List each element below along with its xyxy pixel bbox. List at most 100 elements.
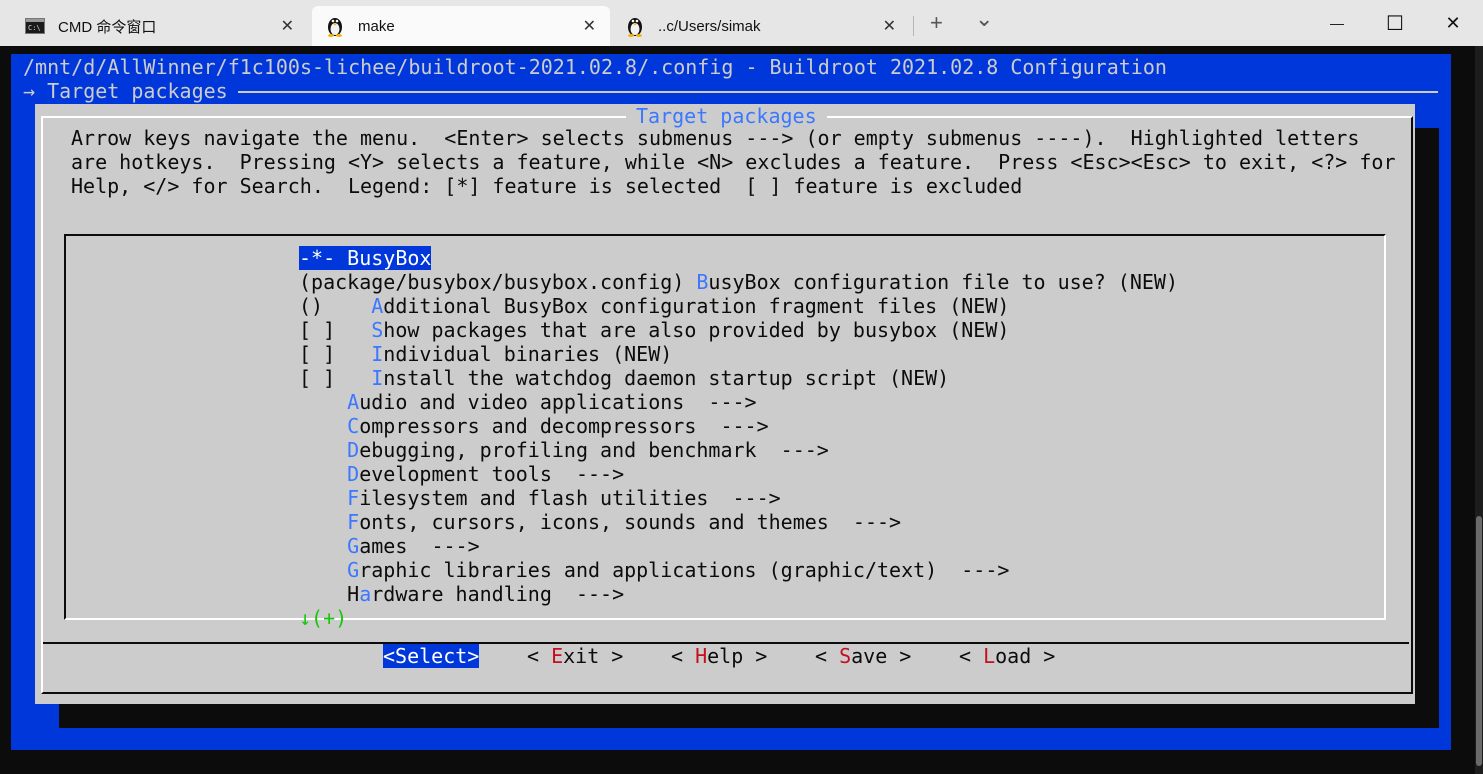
- menu-item[interactable]: Audio and video applications --->: [299, 390, 1178, 414]
- help-line: Help, </> for Search. Legend: [*] featur…: [71, 174, 1023, 198]
- menu-item-prefix: [299, 510, 347, 534]
- more-indicator: ↓(+): [299, 606, 348, 630]
- minimize-button[interactable]: —: [1314, 4, 1360, 42]
- menu-item-label: rdware handling --->: [371, 582, 625, 606]
- menu-item[interactable]: [ ] Individual binaries (NEW): [299, 342, 1178, 366]
- help-line: Arrow keys navigate the menu. <Enter> se…: [71, 126, 1360, 150]
- tab-make[interactable]: make ✕: [312, 6, 610, 46]
- close-window-button[interactable]: ✕: [1430, 4, 1476, 42]
- terminal-area[interactable]: /mnt/d/AllWinner/f1c100s-lichee/buildroo…: [0, 46, 1475, 774]
- new-tab-button[interactable]: +: [930, 10, 943, 36]
- menu-item-label: ompressors and decompressors --->: [359, 414, 769, 438]
- menu-item-prefix: [ ]: [299, 366, 372, 390]
- menu-item-label: dditional BusyBox configuration fragment…: [383, 294, 1010, 318]
- menu-item-prefix: (): [299, 294, 372, 318]
- menu-item-hotkey: A: [347, 390, 360, 414]
- menu-item-prefix: [ ]: [299, 318, 372, 342]
- menu-item-prefix: [299, 438, 347, 462]
- maximize-button[interactable]: ☐: [1372, 4, 1418, 42]
- menu-item-prefix: [299, 558, 347, 582]
- dialog-title: Target packages: [636, 104, 817, 128]
- menu-item[interactable]: -*- BusyBox: [299, 246, 1178, 270]
- menu-item[interactable]: Debugging, profiling and benchmark --->: [299, 438, 1178, 462]
- load-button[interactable]: < Load >: [959, 644, 1055, 668]
- menu-item[interactable]: Compressors and decompressors --->: [299, 414, 1178, 438]
- menu-item-hotkey: F: [347, 510, 360, 534]
- button-row: <Select> < Exit > < Help > < Save > < Lo…: [0, 644, 1475, 668]
- menu-item-label: nstall the watchdog daemon startup scrip…: [383, 366, 950, 390]
- menu-item[interactable]: Games --->: [299, 534, 1178, 558]
- menu-item[interactable]: () Additional BusyBox configuration frag…: [299, 294, 1178, 318]
- linux-penguin-icon: [324, 15, 346, 37]
- close-tab-icon[interactable]: ✕: [281, 16, 294, 36]
- menu-item-prefix: (package/busybox/busybox.config): [299, 270, 697, 294]
- exit-button[interactable]: < Exit >: [527, 644, 623, 668]
- terminal-scrollbar[interactable]: [1475, 46, 1483, 774]
- menu-item-prefix: [299, 534, 347, 558]
- btn-hotkey: H: [695, 644, 708, 668]
- menu-item-label: ames --->: [359, 534, 480, 558]
- menu-item-label: onts, cursors, icons, sounds and themes …: [359, 510, 902, 534]
- select-button[interactable]: <Select>: [383, 644, 480, 668]
- help-line: are hotkeys. Pressing <Y> selects a feat…: [71, 150, 1396, 174]
- menu-list: -*- BusyBox (package/busybox/busybox.conf…: [299, 246, 1178, 606]
- selected-highlight: -*- BusyBox: [299, 246, 432, 270]
- tab-dropdown-button[interactable]: ⌄: [975, 6, 993, 32]
- svg-text:C:\: C:\: [28, 24, 41, 32]
- breadcrumb-rule: [238, 91, 1438, 93]
- save-button[interactable]: < Save >: [815, 644, 911, 668]
- btn-label: ave >: [851, 644, 912, 668]
- btn-bracket: <: [527, 644, 552, 668]
- title-bar: C:\ CMD 命令窗口 ✕ make ✕ ..c/Users/simak ✕ …: [0, 0, 1483, 46]
- tab-title: make: [358, 17, 395, 35]
- btn-hotkey: L: [983, 644, 996, 668]
- close-tab-icon[interactable]: ✕: [883, 16, 896, 36]
- menu-item-hotkey: S: [371, 318, 384, 342]
- btn-hotkey: S: [839, 644, 852, 668]
- menu-item-hotkey: a: [359, 582, 372, 606]
- breadcrumb: → Target packages: [23, 79, 228, 103]
- tab-title: ..c/Users/simak: [658, 17, 761, 35]
- menu-item-prefix: [299, 390, 347, 414]
- menu-item[interactable]: Filesystem and flash utilities --->: [299, 486, 1178, 510]
- menu-item-prefix: [299, 414, 347, 438]
- menu-item-prefix: [ ]: [299, 342, 372, 366]
- btn-label: oad >: [995, 644, 1056, 668]
- menu-item-hotkey: G: [347, 558, 360, 582]
- help-button[interactable]: < Help >: [671, 644, 767, 668]
- dialog-title-wrap: Target packages: [626, 104, 827, 128]
- tab-cmd[interactable]: C:\ CMD 命令窗口 ✕: [12, 6, 308, 46]
- scrollbar-thumb[interactable]: [1476, 516, 1482, 766]
- btn-label: elp >: [707, 644, 768, 668]
- menu-item-label: H: [347, 582, 360, 606]
- menu-item-label: how packages that are also provided by b…: [383, 318, 1010, 342]
- menu-item[interactable]: (package/busybox/busybox.config) BusyBox…: [299, 270, 1178, 294]
- config-path-line: /mnt/d/AllWinner/f1c100s-lichee/buildroo…: [23, 55, 1167, 79]
- menu-item-label: udio and video applications --->: [359, 390, 757, 414]
- menu-item-label: raphic libraries and applications (graph…: [359, 558, 1010, 582]
- tab-separator: [913, 16, 914, 36]
- menu-item-hotkey: A: [371, 294, 384, 318]
- menu-item-hotkey: I: [371, 366, 384, 390]
- menu-item[interactable]: [ ] Install the watchdog daemon startup …: [299, 366, 1178, 390]
- menu-item-prefix: [299, 462, 347, 486]
- menu-dialog: Target packages Arrow keys navigate the …: [35, 104, 1415, 704]
- menu-item[interactable]: Graphic libraries and applications (grap…: [299, 558, 1178, 582]
- menu-item-label: ndividual binaries (NEW): [383, 342, 673, 366]
- tab-users-simak[interactable]: ..c/Users/simak ✕: [614, 6, 910, 46]
- btn-bracket: <: [959, 644, 984, 668]
- menu-item-hotkey: C: [347, 414, 360, 438]
- menu-item-prefix: [299, 582, 347, 606]
- btn-bracket: <: [815, 644, 840, 668]
- help-text: Arrow keys navigate the menu. <Enter> se…: [71, 126, 1396, 198]
- menu-item[interactable]: Hardware handling --->: [299, 582, 1178, 606]
- menu-item[interactable]: Development tools --->: [299, 462, 1178, 486]
- btn-label: xit >: [563, 644, 624, 668]
- menu-item-label: usyBox configuration file to use? (NEW): [708, 270, 1179, 294]
- menu-item-label: ebugging, profiling and benchmark --->: [359, 438, 829, 462]
- close-tab-icon[interactable]: ✕: [583, 16, 596, 36]
- menu-item-prefix: -*-: [299, 246, 348, 270]
- menu-item[interactable]: Fonts, cursors, icons, sounds and themes…: [299, 510, 1178, 534]
- btn-bracket: <: [671, 644, 696, 668]
- menu-item[interactable]: [ ] Show packages that are also provided…: [299, 318, 1178, 342]
